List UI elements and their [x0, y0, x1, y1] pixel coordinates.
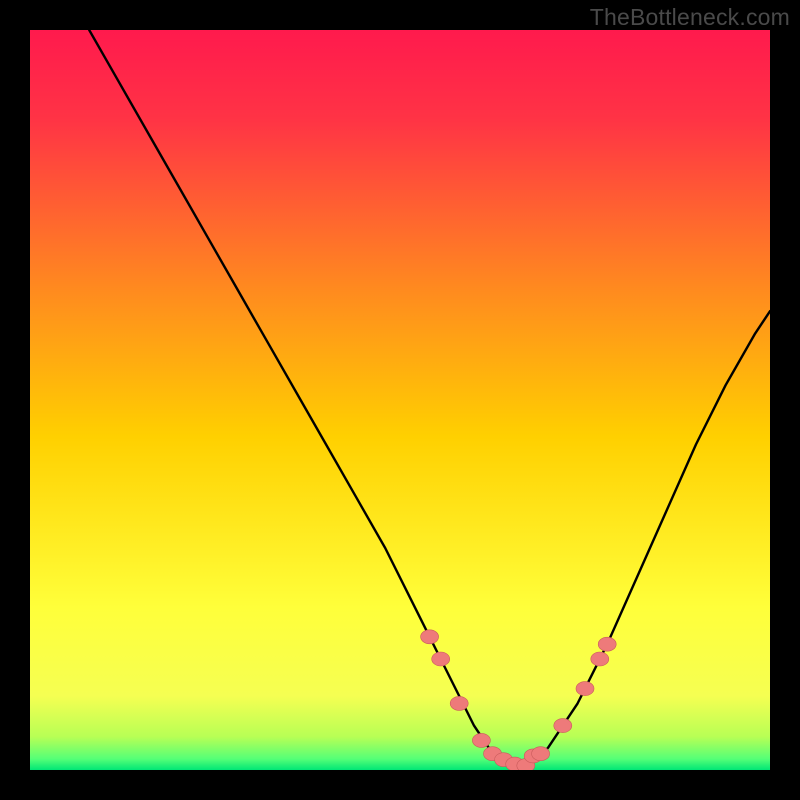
data-marker	[598, 637, 616, 651]
data-marker	[472, 733, 490, 747]
gradient-background	[30, 30, 770, 770]
chart-container: TheBottleneck.com	[0, 0, 800, 800]
data-marker	[432, 652, 450, 666]
data-marker	[532, 747, 550, 761]
data-marker	[554, 719, 572, 733]
data-marker	[591, 652, 609, 666]
data-marker	[576, 682, 594, 696]
data-marker	[450, 696, 468, 710]
data-marker	[421, 630, 439, 644]
watermark-text: TheBottleneck.com	[590, 4, 790, 31]
plot-area	[30, 30, 770, 770]
chart-svg	[30, 30, 770, 770]
